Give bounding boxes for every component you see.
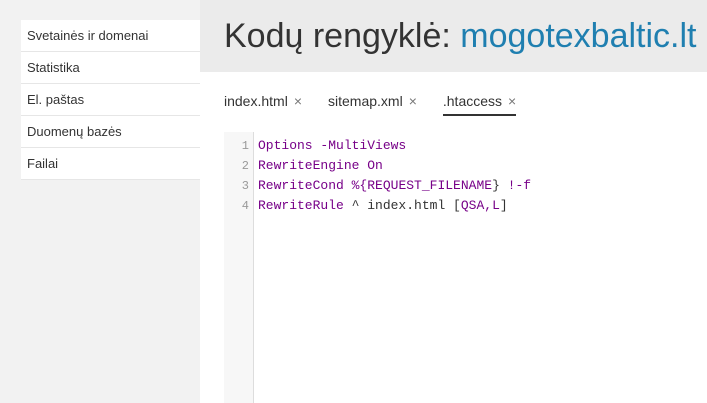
code-line: RewriteEngine On [258,156,707,176]
code-token: %{ [343,178,368,193]
line-number: 3 [241,179,249,193]
file-tabs: index.html × sitemap.xml × .htaccess × [224,88,542,116]
code-token: RewriteEngine [258,158,360,173]
tab-label: index.html [224,93,288,109]
tab-sitemap-xml[interactable]: sitemap.xml × [328,88,417,116]
tab-label: sitemap.xml [328,93,403,109]
app-window: Svetainės ir domenai Statistika El. pašt… [0,0,707,403]
editor-panel: index.html × sitemap.xml × .htaccess × 1… [200,72,707,403]
code-token: !-f [499,178,532,193]
code-line: RewriteCond %{REQUEST_FILENAME} !-f [258,176,707,196]
sidebar-item-email[interactable]: El. paštas [21,84,200,116]
sidebar-item-files[interactable]: Failai [21,148,200,180]
sidebar-item-websites-domains[interactable]: Svetainės ir domenai [21,20,200,52]
code-token: REQUEST_FILENAME [367,178,493,193]
page-title: Kodų rengyklė: mogotexbaltic.lt [224,13,697,59]
line-number: 4 [241,199,249,213]
code-token: ^ index.html [ [343,198,461,213]
line-number: 1 [241,139,249,153]
close-icon[interactable]: × [409,93,417,109]
line-number-gutter: 1 2 3 4 [224,132,254,403]
close-icon[interactable]: × [294,93,302,109]
sidebar: Svetainės ir domenai Statistika El. pašt… [0,0,200,403]
page-title-domain: mogotexbaltic.lt [460,17,697,55]
code-token: ,L [484,198,500,213]
tab-label: .htaccess [442,93,503,109]
sidebar-menu: Svetainės ir domenai Statistika El. pašt… [21,20,200,180]
code-line: RewriteRule ^ index.html [QSA,L] [258,196,707,216]
code-line: Options -MultiViews [258,136,707,156]
code-token: } [492,178,500,193]
code-token: On [359,158,383,173]
tab-htaccess[interactable]: .htaccess × [442,88,517,116]
code-token: ] [499,198,508,213]
page-header: Kodų rengyklė: mogotexbaltic.lt [200,0,707,72]
page-title-prefix: Kodų rengyklė: [224,17,461,55]
line-number: 2 [241,159,249,173]
sidebar-item-databases[interactable]: Duomenų bazės [21,116,200,148]
sidebar-item-statistics[interactable]: Statistika [21,52,200,84]
code-token: QSA [460,198,485,213]
code-text-area[interactable]: Options -MultiViews RewriteEngine On Rew… [258,136,707,403]
code-token: RewriteRule [258,198,344,213]
code-token: Options [258,138,313,153]
tab-index-html[interactable]: index.html × [224,88,302,116]
code-token: -MultiViews [312,138,407,153]
code-token: RewriteCond [258,178,344,193]
code-editor[interactable]: 1 2 3 4 Options -MultiViews RewriteEngin… [224,132,707,403]
close-icon[interactable]: × [508,93,516,109]
